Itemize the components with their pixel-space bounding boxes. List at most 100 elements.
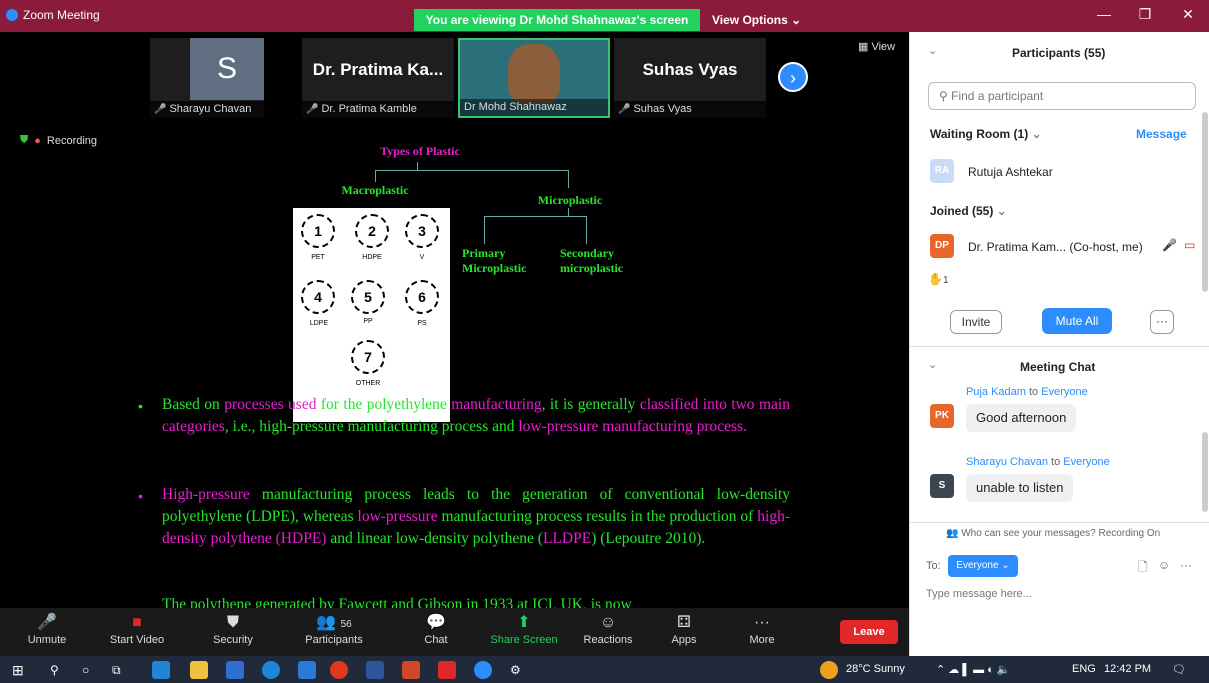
next-page-button[interactable]: › [778,62,808,92]
speaker-video [508,44,560,104]
edge-icon[interactable] [152,661,170,679]
scrollbar[interactable] [1202,432,1208,512]
windows-start-icon[interactable]: ⊞ [12,661,30,679]
avatar: PK [930,404,954,428]
pdf-icon[interactable] [438,661,456,679]
avatar: S [190,38,264,100]
zoom-icon[interactable] [474,661,492,679]
slide-paragraph-2: High-pressure manufacturing process lead… [162,486,790,547]
waiting-room-header[interactable]: Waiting Room (1) ⌄ [930,127,1042,141]
video-tile-pratima[interactable]: Dr. Pratima Ka... 🎤 Dr. Pratima Kamble [302,38,454,118]
chat-message: unable to listen [966,474,1074,502]
task-view-icon[interactable]: ⧉ [112,661,130,679]
file-explorer-icon[interactable] [190,661,208,679]
mail-icon[interactable] [298,661,316,679]
minimize-icon[interactable]: — [1092,6,1116,22]
weather-text[interactable]: 28°C Sunny [846,663,905,675]
muted-mic-icon: 🎤 [37,614,57,631]
avatar: RA [930,159,954,183]
view-button[interactable]: ▦ View [858,40,895,53]
meeting-toolbar: 🎤 Unmute ■ Start Video ⛊ Security 👥 56 Parti… [0,608,909,656]
muted-mic-icon: 🎤 [618,104,631,115]
chat-icon: 💬 [426,614,446,631]
reactions-button[interactable]: ☺ Reactions [578,612,638,646]
scrollbar[interactable] [1202,112,1208,292]
participants-panel: ⌄ Participants (55) ⚲ Find a participant… [909,32,1209,656]
browser-icon[interactable] [262,661,280,679]
leave-button[interactable]: Leave [840,620,898,644]
message-button[interactable]: Message [1136,127,1187,141]
share-screen-button[interactable]: ⬆ Share Screen [488,612,560,646]
language-indicator[interactable]: ENG [1072,663,1096,675]
smile-icon: ☺ [599,614,617,631]
file-icon[interactable]: 🗋 [1138,558,1148,579]
people-icon: 👥 [946,528,959,539]
macroplastic-label: Macroplastic [341,183,409,197]
more-options-icon[interactable]: ··· [1150,310,1174,334]
search-icon[interactable]: ⚲ [50,661,68,679]
collapse-icon[interactable]: ⌄ [928,358,937,371]
raised-hand-icon: ✋1 [928,272,949,286]
settings-icon[interactable]: ⚙ [510,661,528,679]
chat-input[interactable]: Type message here... [926,588,1032,600]
recycle-symbol: 1 [301,214,335,248]
recording-indicator[interactable]: ⛊ ● Recording [20,134,97,147]
more-icon[interactable]: ··· [1180,558,1192,572]
participants-button[interactable]: 👥 56 Participants [298,612,370,646]
joined-header[interactable]: Joined (55) ⌄ [930,204,1007,218]
avatar: S [930,474,954,498]
emoji-icon[interactable]: ☺ [1158,558,1170,572]
word-icon[interactable] [366,661,384,679]
restore-icon[interactable]: ❐ [1133,6,1157,23]
secondary-microplastic-label: Secondary microplastic [560,246,624,275]
powerpoint-icon[interactable] [402,661,420,679]
share-screen-icon: ⬆ [517,614,531,631]
muted-mic-icon: 🎤 [154,104,167,115]
privacy-note[interactable]: 👥 Who can see your messages? Recording O… [946,528,1160,539]
start-video-button[interactable]: ■ Start Video [104,612,170,646]
chat-message: Good afternoon [966,404,1077,432]
video-tile-sharayu[interactable]: S 🎤 Sharayu Chavan [150,38,264,118]
invite-button[interactable]: Invite [950,310,1002,334]
clock[interactable]: 12:42 PM [1104,663,1151,675]
more-icon: ··· [754,614,770,631]
muted-mic-icon[interactable]: 🎤 [1162,238,1177,252]
title-bar: Zoom Meeting You are viewing Dr Mohd Sha… [0,0,1209,32]
tray-icons[interactable]: ⌃ ☁ ▌ ▬ ◐ 🔈 [936,663,1011,676]
chat-button[interactable]: 💬 Chat [412,612,460,646]
video-tile-shahnawaz[interactable]: Dr Mohd Shahnawaz [458,38,610,118]
recycle-symbol: 5 [351,280,385,314]
microplastic-label: Microplastic [537,193,603,207]
weather-icon [820,661,838,679]
recipient-select[interactable]: Everyone ⌄ [948,555,1018,577]
recycle-symbol: 3 [405,214,439,248]
recycling-codes-image: 1 2 3 PET HDPE V 4 5 6 LDPE PP PS 7 OTHE… [293,208,450,422]
video-off-icon[interactable]: ▭ [1184,238,1195,252]
notifications-icon[interactable]: 🗨 [1172,663,1186,676]
store-icon[interactable] [226,661,244,679]
recycle-symbol: 6 [405,280,439,314]
recycle-symbol: 2 [355,214,389,248]
zoom-logo-icon [6,9,18,21]
cortana-icon[interactable]: ○ [82,661,100,679]
chevron-down-icon: ⌄ [1031,127,1042,141]
view-options-button[interactable]: View Options ⌄ [712,9,801,31]
app-title: Zoom Meeting [6,8,100,22]
close-icon[interactable]: ✕ [1176,6,1200,23]
slide-title: Types of Plastic [380,144,460,158]
viewing-banner: You are viewing Dr Mohd Shahnawaz's scre… [414,9,700,31]
windows-taskbar: ⊞ ⚲ ○ ⧉ ⚙ 28°C Sunny ⌃ ☁ ▌ ▬ ◐ 🔈 ENG 12:… [0,656,1209,683]
mute-all-button[interactable]: Mute All [1042,308,1112,334]
security-button[interactable]: ⛊ Security [205,612,261,646]
host-participant[interactable]: Dr. Pratima Kam... (Co-host, me) [968,240,1143,254]
chrome-icon[interactable] [330,661,348,679]
video-off-icon: ■ [132,614,142,631]
participants-title: Participants (55) [1012,46,1106,60]
collapse-icon[interactable]: ⌄ [928,44,937,57]
unmute-button[interactable]: 🎤 Unmute [22,612,72,646]
apps-icon: ⚃ [677,614,691,631]
participant-search-input[interactable]: ⚲ Find a participant [928,82,1196,110]
apps-button[interactable]: ⚃ Apps [662,612,706,646]
more-button[interactable]: ··· More [740,612,784,646]
video-tile-suhas[interactable]: Suhas Vyas 🎤 Suhas Vyas [614,38,766,118]
